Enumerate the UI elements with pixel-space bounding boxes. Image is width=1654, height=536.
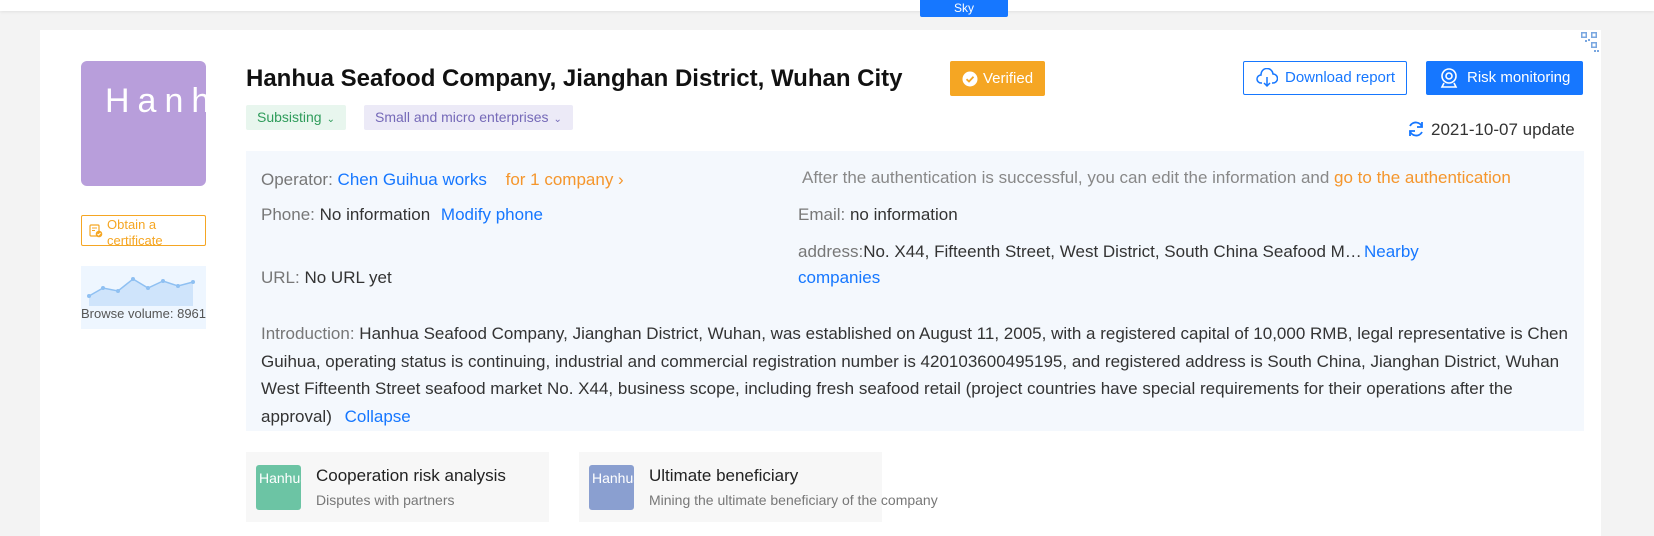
nearby-companies-second-line[interactable]: companies xyxy=(798,268,880,287)
operator-label: Operator: xyxy=(261,170,333,189)
operator-companies-link[interactable]: for 1 company › xyxy=(506,170,624,189)
update-date: 2021-10-07 update xyxy=(1431,120,1575,139)
status-tag[interactable]: Subsisting ⌄ xyxy=(246,105,346,130)
company-info-panel: Operator: Chen Guihua works for 1 compan… xyxy=(246,151,1584,431)
card-title: Ultimate beneficiary xyxy=(649,466,799,485)
status-tag-label: Subsisting xyxy=(257,109,322,125)
introduction: Introduction: Hanhua Seafood Company, Ji… xyxy=(261,320,1571,430)
auth-link[interactable]: go to the authentication xyxy=(1334,168,1511,187)
card-logo: Hanhua Seafood xyxy=(256,465,301,510)
card-subtitle: Disputes with partners xyxy=(316,492,455,508)
phone-row: Phone: No information Modify phone xyxy=(261,205,543,225)
email-value: no information xyxy=(849,205,958,224)
card-title: Cooperation risk analysis xyxy=(316,466,506,485)
operator-row: Operator: Chen Guihua works for 1 compan… xyxy=(261,170,624,190)
update-status[interactable]: 2021-10-07 update xyxy=(1407,120,1575,140)
card-subtitle: Mining the ultimate beneficiary of the c… xyxy=(649,492,938,508)
modify-phone-link[interactable]: Modify phone xyxy=(441,205,543,224)
company-name: Hanhua Seafood Company, Jianghan Distric… xyxy=(246,65,903,92)
risk-monitoring-label: Risk monitoring xyxy=(1467,69,1571,86)
address-label: address: xyxy=(798,242,864,261)
download-report-button[interactable]: Download report xyxy=(1243,61,1407,95)
browse-volume-text: Browse volume: 8961 xyxy=(81,306,207,321)
nearby-companies-wrap-line: companies xyxy=(798,268,880,288)
refresh-icon xyxy=(1409,121,1423,137)
certificate-icon xyxy=(89,224,103,238)
auth-notice-row: After the authentication is successful, … xyxy=(802,168,1511,188)
address-value: No. X44, Fifteenth Street, West District… xyxy=(863,242,1362,261)
card-logo: Hanhua Seafood xyxy=(589,465,634,510)
operator-name-link[interactable]: Chen Guihua works xyxy=(338,170,487,189)
download-report-label: Download report xyxy=(1285,69,1396,86)
collapse-link[interactable]: Collapse xyxy=(345,407,411,426)
introduction-label: Introduction: xyxy=(261,324,355,343)
cloud-download-icon xyxy=(1256,68,1278,88)
nearby-companies-link-wrap: Nearby xyxy=(1364,242,1444,262)
email-label: Email: xyxy=(798,205,846,224)
auth-notice: After the authentication is successful, … xyxy=(802,168,1330,187)
url-label: URL: xyxy=(261,268,300,287)
enterprise-type-label: Small and micro enterprises xyxy=(375,109,549,125)
certificate-label: Obtain a certificate xyxy=(107,217,163,248)
browse-sparkline xyxy=(87,277,195,306)
verified-badge: Verified xyxy=(950,61,1045,96)
verified-label: Verified xyxy=(983,70,1034,87)
url-value: No URL yet xyxy=(304,268,392,287)
top-tab[interactable]: Sky xyxy=(920,0,1008,17)
qr-code-icon[interactable] xyxy=(1569,30,1601,62)
url-row: URL: No URL yet xyxy=(261,268,392,288)
phone-value: No information xyxy=(319,205,431,224)
ultimate-beneficiary-card[interactable]: Hanhua Seafood Ultimate beneficiary Mini… xyxy=(579,452,938,522)
nearby-companies-link[interactable]: Nearby xyxy=(1364,243,1444,260)
chevron-right-icon: › xyxy=(613,170,624,189)
phone-label: Phone: xyxy=(261,205,315,224)
company-logo: Hanhua Seafood xyxy=(81,61,206,186)
obtain-certificate-button[interactable]: Obtain a certificate xyxy=(81,215,206,248)
verified-icon xyxy=(962,71,978,87)
browse-volume-widget: Browse volume: 8961 xyxy=(81,266,206,329)
enterprise-type-tag[interactable]: Small and micro enterprises ⌄ xyxy=(364,105,573,130)
top-navigation-bar xyxy=(0,0,1654,11)
cooperation-risk-card[interactable]: Hanhua Seafood Cooperation risk analysis… xyxy=(246,452,549,522)
operator-companies-text: for 1 company xyxy=(505,170,614,189)
risk-monitoring-button[interactable]: Risk monitoring xyxy=(1426,61,1583,95)
address-row: address:No. X44, Fifteenth Street, West … xyxy=(798,242,1362,262)
introduction-text: Hanhua Seafood Company, Jianghan Distric… xyxy=(261,324,1568,426)
monitor-camera-icon xyxy=(1440,68,1458,88)
chevron-down-icon: ⌄ xyxy=(553,114,562,125)
chevron-down-icon: ⌄ xyxy=(326,114,335,125)
email-row: Email: no information xyxy=(798,205,958,225)
